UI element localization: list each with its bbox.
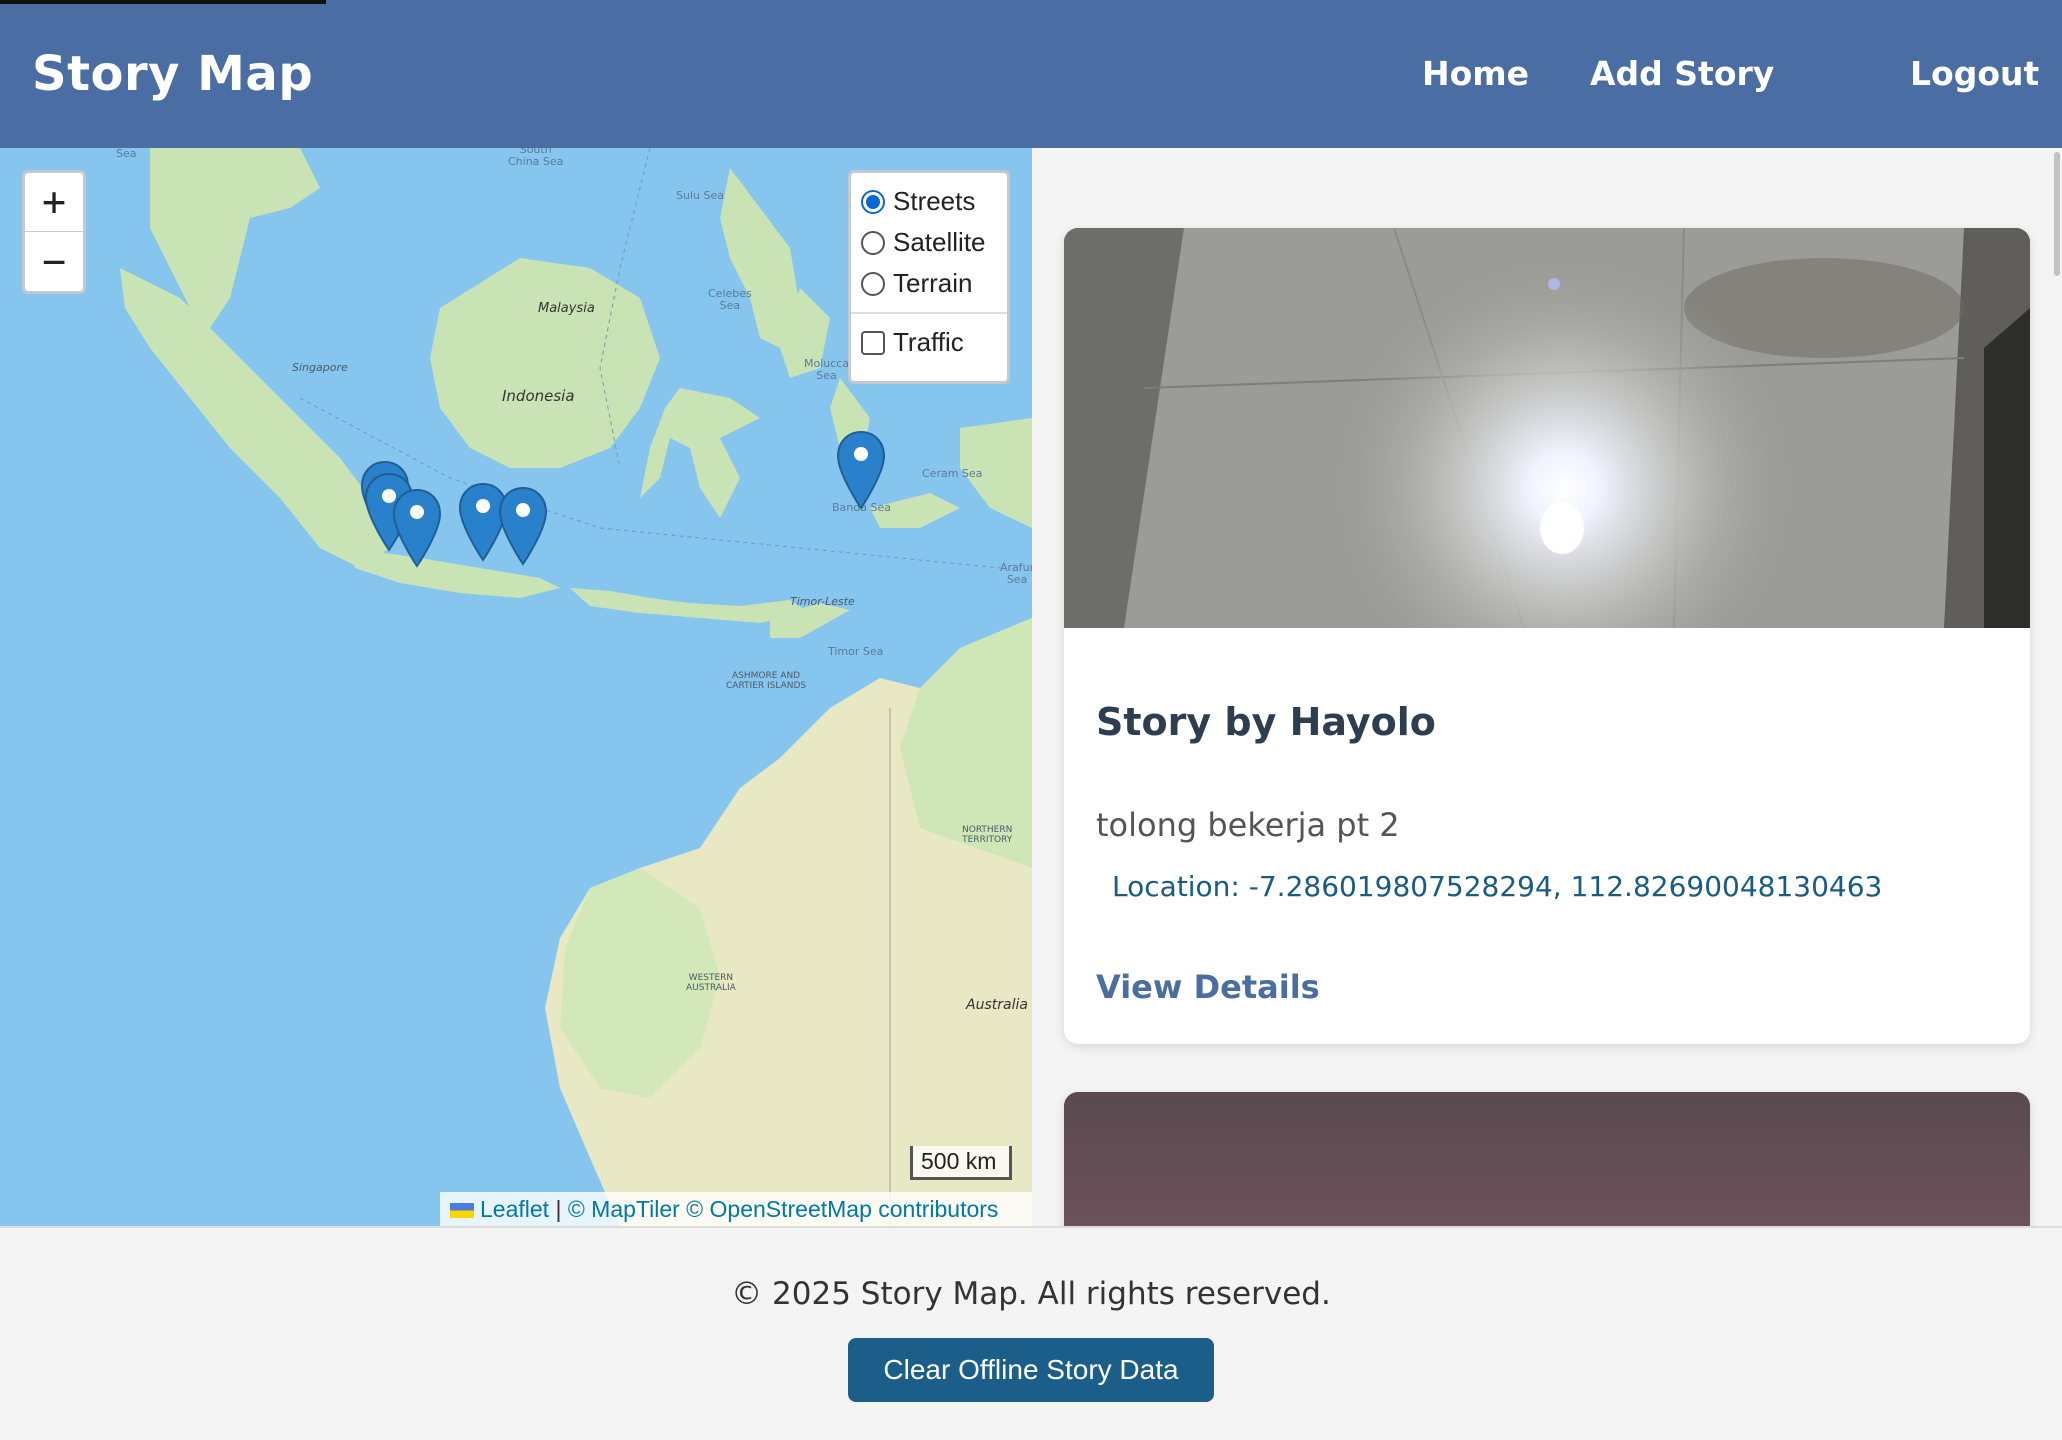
- copyright-text: © 2025 Story Map. All rights reserved.: [731, 1276, 1331, 1312]
- map-label-ashmore: ASHMORE AND CARTIER ISLANDS: [726, 671, 807, 691]
- story-title: Story by Hayolo: [1096, 700, 1436, 744]
- page-footer: © 2025 Story Map. All rights reserved. C…: [0, 1226, 2062, 1440]
- streets-label: Streets: [893, 186, 976, 216]
- story-description: tolong bekerja pt 2: [1096, 806, 1400, 844]
- story-card: Story by Hayolo tolong bekerja pt 2 Loca…: [1064, 228, 2030, 1044]
- map-label-western-australia: WESTERN AUSTRALIA: [686, 973, 736, 993]
- story-card: [1064, 1092, 2030, 1226]
- story-photo: [1064, 1092, 2030, 1226]
- terrain-label: Terrain: [893, 268, 973, 298]
- traffic-label: Traffic: [893, 327, 964, 357]
- overlay-option-traffic[interactable]: Traffic: [861, 322, 997, 363]
- layer-option-terrain[interactable]: Terrain: [861, 263, 997, 304]
- maptiler-link[interactable]: © MapTiler: [568, 1196, 680, 1222]
- zoom-control: + −: [22, 170, 86, 294]
- map-label-northern-territory: NORTHERN TERRITORY: [962, 825, 1013, 845]
- nav-logout-link[interactable]: Logout: [1910, 54, 2039, 93]
- clear-offline-data-button[interactable]: Clear Offline Story Data: [848, 1338, 1214, 1402]
- app-title: Story Map: [32, 46, 314, 102]
- traffic-checkbox[interactable]: [861, 330, 885, 355]
- map-label-timor-sea: Timor Sea: [828, 645, 884, 658]
- story-list-scrollbar[interactable]: [2050, 148, 2062, 1226]
- page-loading-bar: [0, 0, 326, 4]
- satellite-radio[interactable]: [861, 230, 885, 255]
- map-label-arafura-sea: Arafur Sea: [1000, 561, 1032, 587]
- map-label-singapore: Singapore: [292, 361, 348, 374]
- map-label-sea: Sea: [116, 148, 137, 160]
- map-attribution: Leaflet | © MapTiler © OpenStreetMap con…: [440, 1192, 1032, 1226]
- map-label-molucca-sea: Molucca Sea: [804, 357, 850, 383]
- ukraine-flag-icon: [450, 1203, 474, 1219]
- layer-option-satellite[interactable]: Satellite: [861, 222, 997, 263]
- map-label-celebes-sea: Celebes Sea: [708, 287, 752, 313]
- attribution-separator: |: [549, 1196, 568, 1222]
- map-label-australia: Australia: [966, 997, 1028, 1013]
- map-label-timor-leste: Timor-Leste: [790, 595, 855, 608]
- map-label-ceram-sea: Ceram Sea: [922, 467, 983, 480]
- osm-link[interactable]: © OpenStreetMap contributors: [686, 1196, 998, 1222]
- map-label-south-china-sea: South China Sea: [508, 148, 564, 169]
- story-map[interactable]: Sea South China Sea Sulu Sea Malaysia Si…: [0, 148, 1032, 1226]
- satellite-label: Satellite: [893, 227, 986, 257]
- story-location: Location: -7.286019807528294, 112.826900…: [1112, 870, 1883, 903]
- nav-home-link[interactable]: Home: [1422, 54, 1529, 93]
- story-photo: [1064, 228, 2030, 628]
- scrollbar-thumb[interactable]: [2054, 152, 2060, 276]
- story-marker[interactable]: [498, 486, 548, 566]
- story-marker[interactable]: [836, 430, 886, 510]
- map-label-indonesia: Indonesia: [502, 387, 575, 405]
- map-scale: 500 km: [910, 1146, 1012, 1180]
- layer-option-streets[interactable]: Streets: [861, 181, 997, 222]
- layer-control: Streets Satellite Terrain Traffic: [848, 170, 1010, 384]
- story-list[interactable]: Story by Hayolo tolong bekerja pt 2 Loca…: [1032, 148, 2062, 1226]
- map-label-sulu-sea: Sulu Sea: [676, 189, 724, 202]
- zoom-out-button[interactable]: −: [25, 232, 83, 291]
- app-header: Story Map Home Add Story Logout: [0, 0, 2062, 148]
- zoom-in-button[interactable]: +: [25, 173, 83, 232]
- leaflet-link[interactable]: Leaflet: [480, 1196, 549, 1222]
- view-details-link[interactable]: View Details: [1096, 968, 1320, 1006]
- streets-radio[interactable]: [861, 189, 885, 214]
- story-marker[interactable]: [392, 488, 442, 568]
- layer-separator: [851, 312, 1007, 314]
- nav-add-story-link[interactable]: Add Story: [1590, 54, 1774, 93]
- map-label-malaysia: Malaysia: [538, 301, 595, 316]
- terrain-radio[interactable]: [861, 271, 885, 296]
